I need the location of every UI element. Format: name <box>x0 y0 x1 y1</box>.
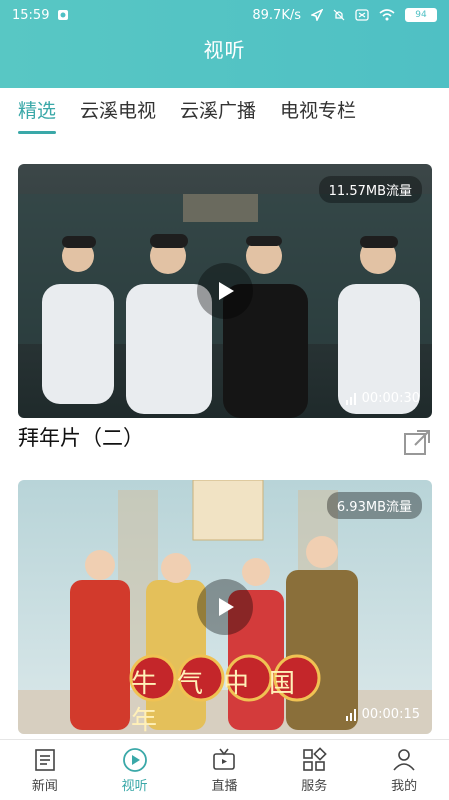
video-feed[interactable]: 11.57MB流量 00:00:30 拜年片（二） 牛气中国年 6.93MB流量… <box>0 138 449 740</box>
nav-media[interactable]: 视听 <box>100 747 170 794</box>
data-usage-badge: 11.57MB流量 <box>318 176 422 203</box>
signal-bars-icon <box>345 392 356 405</box>
apps-icon <box>303 746 328 771</box>
battery-icon: 94 <box>405 8 437 22</box>
bottom-navigation: 新闻 视听 直播 服务 我的 <box>0 739 449 800</box>
news-icon <box>35 748 55 771</box>
notification-icon <box>57 9 69 21</box>
duration-text: 00:00:15 <box>361 707 420 722</box>
wifi-icon <box>379 9 395 21</box>
page-title: 视听 <box>203 38 246 62</box>
banner-text: 牛气中国年 <box>131 669 316 734</box>
share-button[interactable] <box>402 428 432 458</box>
status-time: 15:59 <box>12 7 50 23</box>
video-duration: 00:00:15 <box>345 707 420 722</box>
play-icon <box>219 598 234 616</box>
app-header: 15:59 89.7K/s 94 视听 <box>0 0 449 88</box>
category-tabs: 精选 云溪电视 云溪广播 电视专栏 <box>0 88 449 138</box>
mute-bell-icon <box>333 9 345 21</box>
nav-profile-label: 我的 <box>391 778 418 794</box>
share-icon <box>404 430 430 455</box>
duration-text: 00:00:30 <box>361 391 420 406</box>
nav-news[interactable]: 新闻 <box>10 747 80 794</box>
nav-media-label: 视听 <box>121 778 148 794</box>
network-speed: 89.7K/s <box>252 7 301 23</box>
video-card[interactable]: 牛气中国年 6.93MB流量 00:00:15 <box>18 480 432 740</box>
nav-live[interactable]: 直播 <box>189 747 259 794</box>
play-button[interactable] <box>197 263 253 319</box>
location-icon <box>311 9 323 21</box>
data-usage-badge: 6.93MB流量 <box>326 492 422 519</box>
nav-live-label: 直播 <box>211 778 238 794</box>
video-duration: 00:00:30 <box>345 391 420 406</box>
signal-bars-icon <box>345 708 356 721</box>
nav-services-label: 服务 <box>301 778 328 794</box>
video-title[interactable]: 拜年片（二） <box>18 422 144 452</box>
sim-disabled-icon <box>355 9 369 21</box>
tab-yunxi-tv[interactable]: 云溪电视 <box>68 88 168 138</box>
user-icon <box>393 748 415 771</box>
video-thumbnail[interactable]: 牛气中国年 6.93MB流量 00:00:15 <box>18 480 432 734</box>
play-circle-icon <box>122 747 147 772</box>
status-bar: 15:59 89.7K/s 94 <box>0 0 449 30</box>
nav-news-label: 新闻 <box>31 778 58 794</box>
tab-tv-column[interactable]: 电视专栏 <box>268 88 368 138</box>
video-card[interactable]: 11.57MB流量 00:00:30 拜年片（二） <box>18 164 432 464</box>
nav-services[interactable]: 服务 <box>279 746 349 794</box>
tab-featured[interactable]: 精选 <box>6 88 68 138</box>
play-button[interactable] <box>197 579 253 635</box>
nav-profile[interactable]: 我的 <box>369 747 439 794</box>
video-thumbnail[interactable]: 11.57MB流量 00:00:30 <box>18 164 432 418</box>
play-icon <box>219 282 234 300</box>
tab-yunxi-radio[interactable]: 云溪广播 <box>168 88 268 138</box>
tv-icon <box>213 748 236 770</box>
